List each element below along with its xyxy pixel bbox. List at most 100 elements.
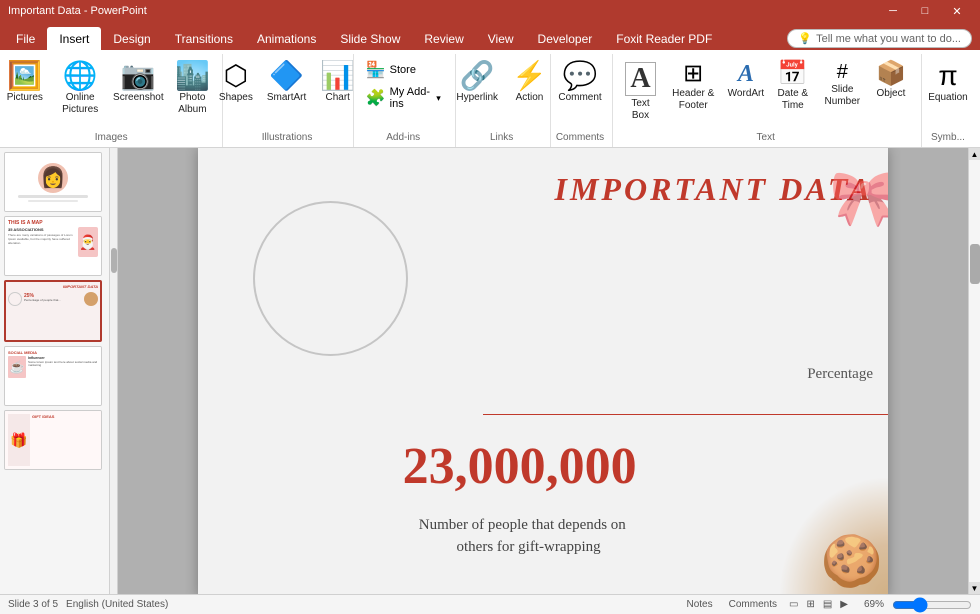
images-group-label: Images: [2, 132, 220, 143]
addins-group-label: Add-ins: [354, 132, 453, 143]
wordart-button[interactable]: A WordArt: [724, 58, 768, 118]
slide-1-thumb[interactable]: 👩: [4, 152, 102, 212]
slideshow-button[interactable]: ▶: [840, 599, 848, 610]
smartart-icon: 🔷: [269, 62, 304, 90]
scroll-down-button[interactable]: ▼: [969, 582, 980, 594]
view-normal-button[interactable]: ▭: [789, 599, 798, 610]
slide-decoration: 🍪: [778, 476, 888, 594]
tab-design[interactable]: Design: [101, 27, 162, 50]
slide-panel: 1 👩 2 THIS IS A MAP: [0, 148, 110, 594]
equation-button[interactable]: π Equation: [922, 58, 973, 122]
list-item: 5 🎁 GIFT IDEAS: [4, 410, 105, 470]
pictures-button[interactable]: 🖼️ Pictures: [3, 58, 47, 122]
scroll-up-button[interactable]: ▲: [969, 148, 980, 160]
screenshot-icon: 📷: [121, 62, 156, 90]
textbox-button[interactable]: A Text Box: [619, 58, 663, 140]
view-reading-button[interactable]: ▤: [823, 599, 832, 610]
list-item: 3 IMPORTANT DATA 25% Percentage of peopl…: [4, 280, 105, 342]
ribbon-group-symbols: π Equation Symb...: [924, 54, 976, 147]
equation-icon: π: [938, 62, 957, 90]
slide-big-number: 23,000,000: [403, 437, 637, 496]
online-pictures-icon: 🌐: [63, 62, 98, 90]
list-item: 1 👩: [4, 152, 105, 212]
ribbon-group-addins: 🏪 Store 🧩 My Add-ins ▾ Add-ins: [356, 54, 456, 147]
tell-me-bar[interactable]: 💡 Tell me what you want to do...: [787, 29, 972, 48]
object-button[interactable]: 📦 Object: [869, 58, 913, 118]
chart-label: Chart: [326, 92, 350, 104]
ribbon-body: 🖼️ Pictures 🌐 Online Pictures 📷 Screensh…: [0, 50, 980, 148]
hyperlink-button[interactable]: 🔗 Hyperlink: [450, 58, 504, 122]
wordart-icon: A: [738, 62, 754, 86]
main-area: 1 👩 2 THIS IS A MAP: [0, 148, 980, 594]
textbox-label: Text Box: [625, 98, 657, 122]
equation-label: Equation: [928, 92, 967, 104]
tab-foxitpdf[interactable]: Foxit Reader PDF: [604, 27, 724, 50]
zoom-level: 69%: [864, 599, 884, 610]
app-title: Important Data - PowerPoint: [8, 5, 147, 17]
ribbon-group-images: 🖼️ Pictures 🌐 Online Pictures 📷 Screensh…: [4, 54, 223, 147]
view-slidesorter-button[interactable]: ⊞: [806, 599, 814, 610]
photo-album-label: Photo Album: [171, 92, 213, 116]
links-group-label: Links: [456, 132, 548, 143]
tab-review[interactable]: Review: [412, 27, 475, 50]
minimize-button[interactable]: ─: [878, 2, 908, 20]
symbols-group-label: Symb...: [922, 132, 974, 143]
slide-4-thumb[interactable]: SOCIAL MEDIA ☕ Influencer Some lorem ips…: [4, 346, 102, 406]
slide-decoration-right: 🎀: [818, 166, 888, 346]
store-button[interactable]: 🏪 Store: [360, 58, 447, 82]
screenshot-button[interactable]: 📷 Screenshot: [113, 58, 163, 122]
text-group-label: Text: [613, 132, 919, 143]
tab-transitions[interactable]: Transitions: [163, 27, 245, 50]
slide-3-preview: IMPORTANT DATA 25% Percentage of people …: [6, 282, 100, 340]
slide-3-thumb[interactable]: IMPORTANT DATA 25% Percentage of people …: [4, 280, 102, 342]
comment-label: Comment: [558, 92, 601, 104]
notes-button[interactable]: Notes: [683, 597, 717, 612]
myaddin-button[interactable]: 🧩 My Add-ins ▾: [360, 84, 447, 112]
illustrations-group-label: Illustrations: [223, 132, 350, 143]
slide-canvas[interactable]: IMPORTANT DATA Percentage 23,000,000 Num…: [198, 148, 888, 594]
smartart-button[interactable]: 🔷 SmartArt: [261, 58, 312, 122]
chart-button[interactable]: 📊 Chart: [314, 58, 361, 122]
comment-icon: 💬: [563, 62, 598, 90]
addins-content: 🏪 Store 🧩 My Add-ins ▾: [360, 54, 447, 130]
comments-group-label: Comments: [551, 132, 610, 143]
tab-animations[interactable]: Animations: [245, 27, 328, 50]
tab-view[interactable]: View: [476, 27, 526, 50]
comment-button[interactable]: 💬 Comment: [552, 58, 607, 122]
action-button[interactable]: ⚡ Action: [506, 58, 553, 122]
tab-slideshow[interactable]: Slide Show: [328, 27, 412, 50]
ribbon-tabs: File Insert Design Transitions Animation…: [0, 22, 980, 50]
panel-scrollbar[interactable]: [110, 148, 118, 594]
status-bar: Slide 3 of 5 English (United States) Not…: [0, 594, 980, 614]
close-button[interactable]: ✕: [942, 2, 972, 20]
scroll-thumb[interactable]: [970, 244, 980, 284]
comments-button[interactable]: Comments: [725, 597, 781, 612]
tab-file[interactable]: File: [4, 27, 47, 50]
scroll-track: [969, 160, 980, 582]
date-time-icon: 📅: [778, 62, 808, 86]
date-time-button[interactable]: 📅 Date & Time: [770, 58, 816, 130]
language-label: English (United States): [66, 599, 168, 610]
slide-2-thumb[interactable]: THIS IS A MAP 35 ASSOCIATIONS There are …: [4, 216, 102, 276]
header-footer-button[interactable]: ⊞ Header & Footer: [665, 58, 722, 130]
slide-circle: [253, 201, 408, 356]
tab-insert[interactable]: Insert: [47, 27, 101, 50]
slide-number-button[interactable]: # Slide Number: [818, 58, 867, 126]
zoom-slider[interactable]: [892, 597, 972, 613]
canvas-area: IMPORTANT DATA Percentage 23,000,000 Num…: [118, 148, 968, 594]
tab-developer[interactable]: Developer: [526, 27, 605, 50]
ribbon-group-text: A Text Box ⊞ Header & Footer A WordArt 📅…: [615, 54, 922, 147]
slide-number-icon: #: [837, 62, 848, 82]
shapes-button[interactable]: ⬡ Shapes: [213, 58, 259, 122]
hyperlink-label: Hyperlink: [456, 92, 498, 104]
vertical-scrollbar[interactable]: ▲ ▼: [968, 148, 980, 594]
maximize-button[interactable]: □: [910, 2, 940, 20]
slide-5-thumb[interactable]: 🎁 GIFT IDEAS: [4, 410, 102, 470]
slide-subtitle-2: others for gift-wrapping: [457, 539, 601, 556]
smartart-label: SmartArt: [267, 92, 306, 104]
action-label: Action: [516, 92, 544, 104]
photo-album-button[interactable]: 🏙️ Photo Album: [165, 58, 219, 134]
store-icon: 🏪: [366, 60, 386, 80]
online-pictures-button[interactable]: 🌐 Online Pictures: [49, 58, 112, 134]
slide-5-preview: 🎁 GIFT IDEAS: [5, 411, 101, 469]
